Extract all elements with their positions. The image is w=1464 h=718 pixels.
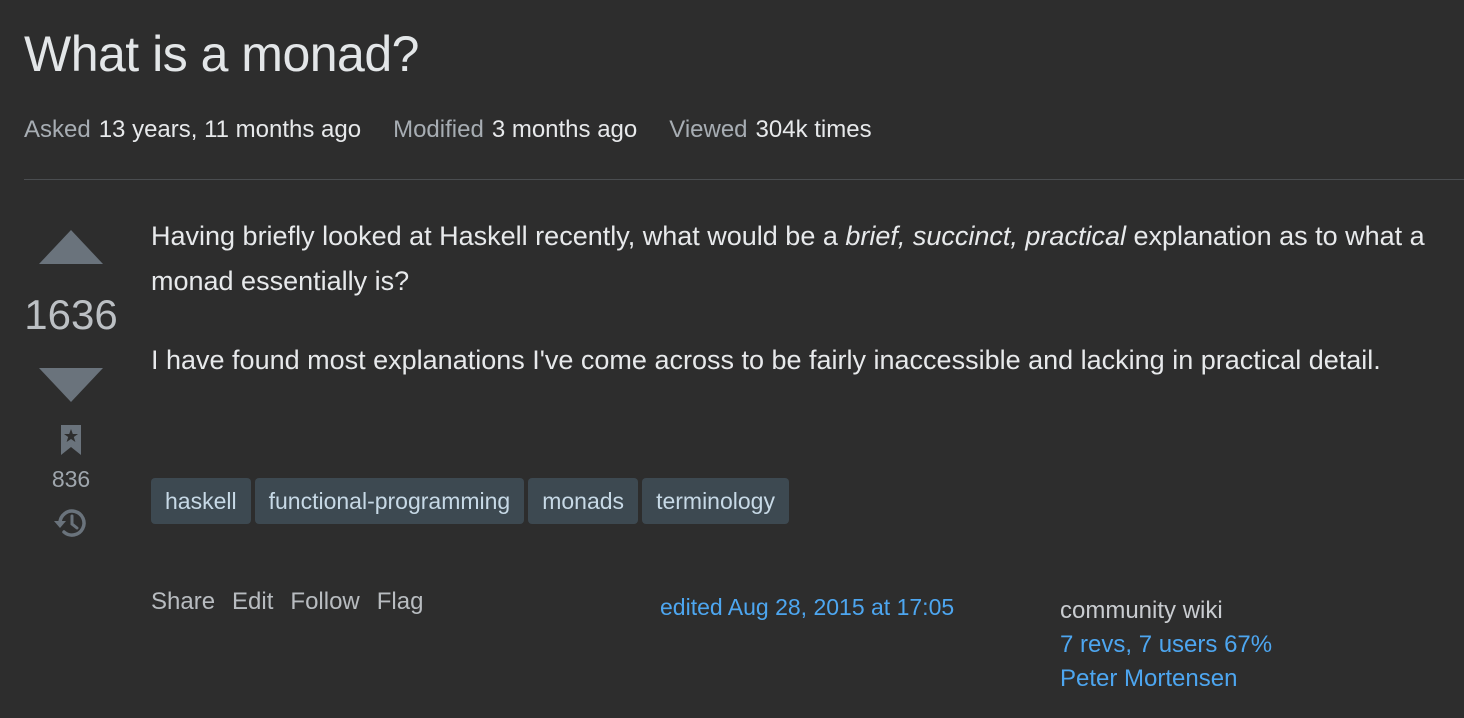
- modified-label: Modified: [393, 116, 484, 143]
- flag-link[interactable]: Flag: [377, 588, 424, 616]
- bookmark-button[interactable]: [59, 420, 83, 460]
- tag-haskell[interactable]: haskell: [151, 478, 251, 524]
- modified-value[interactable]: 3 months ago: [492, 116, 637, 143]
- upvote-arrow-icon: [39, 230, 103, 264]
- vote-count: 1636: [24, 291, 118, 338]
- body-paragraph-1: Having briefly looked at Haskell recentl…: [151, 221, 1425, 296]
- tag-monads[interactable]: monads: [528, 478, 639, 524]
- post-body: Having briefly looked at Haskell recentl…: [151, 214, 1451, 417]
- question-meta: Asked 13 years, 11 months ago Modified 3 m…: [24, 116, 872, 144]
- bookmark-icon: [61, 425, 81, 455]
- viewed-info: Viewed 304k times: [669, 116, 871, 144]
- vote-cell: 1636 836: [24, 222, 118, 546]
- edited-link[interactable]: edited Aug 28, 2015 at 17:05: [660, 594, 954, 621]
- header-divider: [24, 179, 1464, 180]
- asked-value[interactable]: 13 years, 11 months ago: [99, 116, 361, 143]
- asked-label: Asked: [24, 116, 91, 143]
- post-menu: Share Edit Follow Flag: [151, 588, 423, 616]
- body-paragraph-2: I have found most explanations I've come…: [151, 345, 1381, 375]
- upvote-button[interactable]: [38, 222, 104, 272]
- share-link[interactable]: Share: [151, 588, 215, 616]
- history-icon: [54, 509, 86, 537]
- downvote-button[interactable]: [38, 360, 104, 410]
- modified-info: Modified 3 months ago: [393, 116, 637, 144]
- downvote-arrow-icon: [39, 368, 103, 402]
- emphasis-text: brief, succinct, practical: [845, 221, 1126, 251]
- user-link[interactable]: Peter Mortensen: [1060, 662, 1272, 696]
- question-title[interactable]: What is a monad?: [24, 26, 419, 84]
- viewed-label: Viewed: [669, 116, 748, 143]
- follow-link[interactable]: Follow: [290, 588, 359, 616]
- tag-functional-programming[interactable]: functional-programming: [254, 478, 525, 524]
- community-wiki-card: community wiki 7 revs, 7 users 67% Peter…: [1060, 594, 1272, 696]
- edit-link[interactable]: Edit: [232, 588, 273, 616]
- viewed-value: 304k times: [755, 116, 872, 143]
- history-button[interactable]: [52, 505, 90, 546]
- community-wiki-label: community wiki: [1060, 597, 1223, 624]
- bookmark-count: 836: [51, 466, 91, 492]
- revisions-link[interactable]: 7 revs, 7 users 67%: [1060, 628, 1272, 662]
- asked-info: Asked 13 years, 11 months ago: [24, 116, 361, 144]
- tag-list: haskell functional-programming monads te…: [151, 478, 789, 524]
- tag-terminology[interactable]: terminology: [642, 478, 789, 524]
